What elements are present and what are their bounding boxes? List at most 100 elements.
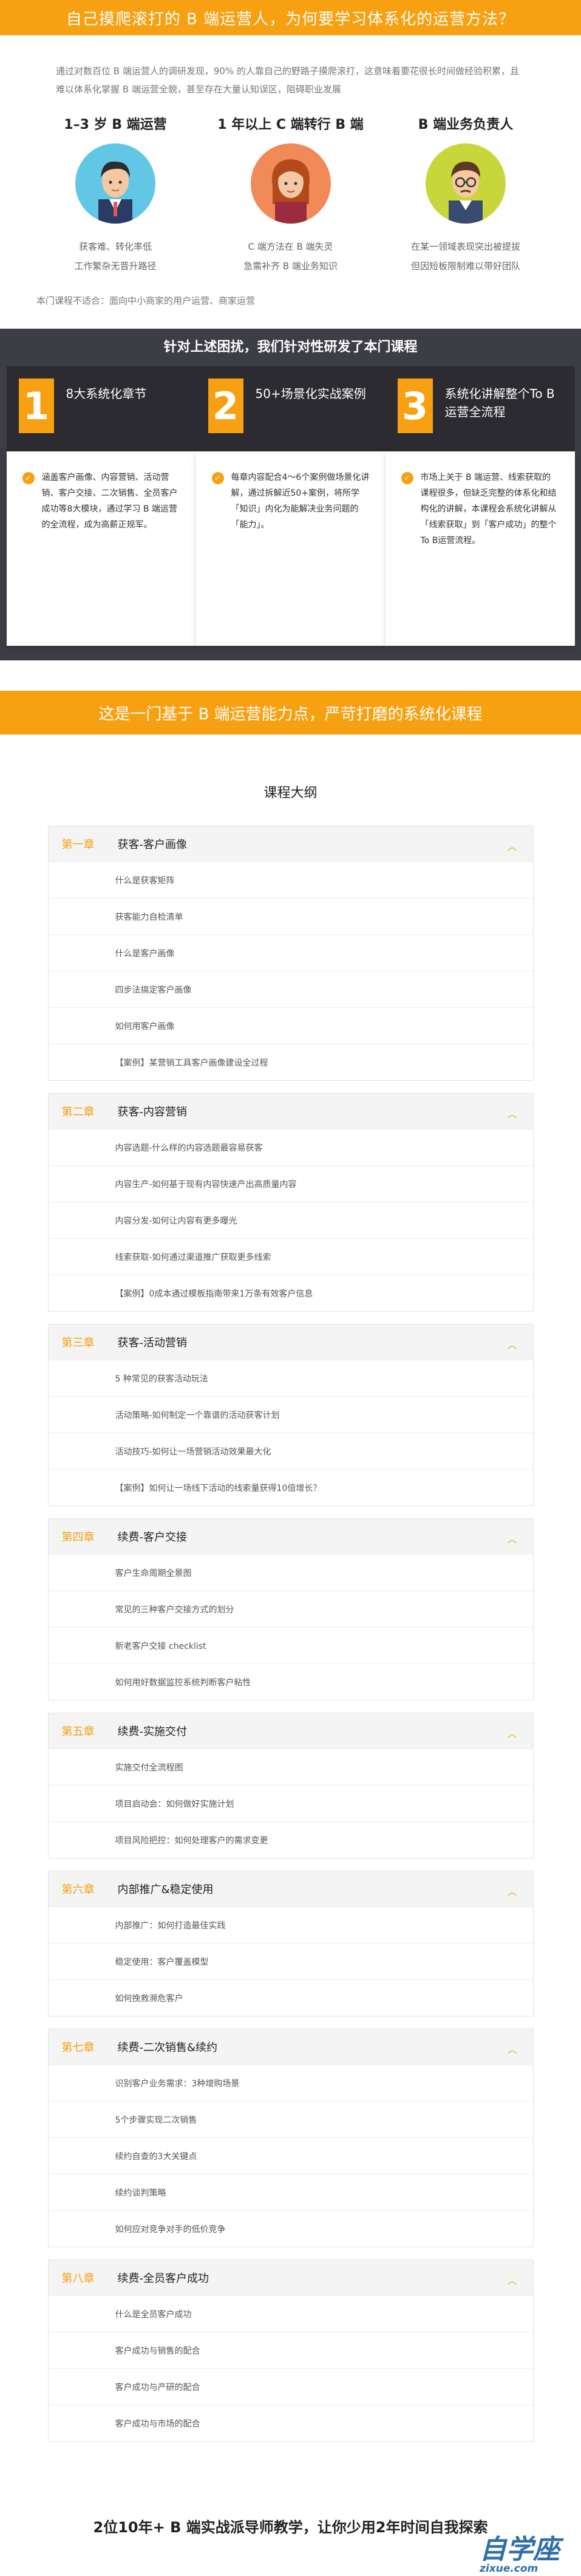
lesson-item[interactable]: 5 种常见的获客活动玩法 xyxy=(48,1360,533,1396)
lesson-item[interactable]: 内容分发-如何让内容有更多曝光 xyxy=(48,1202,533,1238)
chapter-header[interactable]: 第六章 内部推广&稳定使用 ︿ xyxy=(48,1871,533,1906)
slogan-banner: 这是一门基于 B 端运营能力点，严苛打磨的系统化课程 xyxy=(0,691,581,735)
lesson-item[interactable]: 【案例】如何让一场线下活动的线索量获得10倍增长？ xyxy=(48,1469,533,1506)
lesson-item[interactable]: 活动策略-如何制定一个靠谱的活动获客计划 xyxy=(48,1396,533,1433)
lesson-item[interactable]: 四步法搞定客户画像 xyxy=(48,971,533,1007)
not-suitable-note: 本门课程不适合：面向中小商家的用户运营、商家运营 xyxy=(36,295,256,306)
lesson-item[interactable]: 续约谈判策略 xyxy=(48,2174,533,2210)
chapter-header[interactable]: 第二章 获客-内容营销 ︿ xyxy=(48,1094,533,1129)
lesson-item[interactable]: 如何应对竞争对手的低价竞争 xyxy=(48,2210,533,2247)
chevron-up-icon[interactable]: ︿ xyxy=(507,1106,517,1120)
target-roles: 1–3 岁 B 端运营 获客难、转化率低 工作繁杂无晋升路径 1 年以上 C 端… xyxy=(0,104,581,276)
lesson-item[interactable]: 5个步骤实现二次销售 xyxy=(48,2101,533,2137)
chevron-up-icon[interactable]: ︿ xyxy=(507,1883,517,1898)
lesson-item[interactable]: 线索获取-如何通过渠道推广获取更多线索 xyxy=(48,1238,533,1275)
chapter-panel: 第五章 续费-实施交付 ︿ 实施交付全流程图 项目启动会：如何做好实施计划 项目风险把控：… xyxy=(47,1713,534,1858)
role-card: 1–3 岁 B 端运营 获客难、转化率低 工作繁杂无晋升路径 xyxy=(36,113,194,276)
chapter-panel: 第三章 获客-活动营销 ︿ 5 种常见的获客活动玩法 活动策略-如何制定一个靠谱的活动获… xyxy=(47,1324,534,1506)
avatar xyxy=(426,143,506,224)
chapter-panel: 第七章 续费-二次销售&续约 ︿ 识别客户业务需求：3种增购场景 5个步骤实现二次销售续… xyxy=(47,2029,534,2247)
chevron-up-icon[interactable]: ︿ xyxy=(507,2272,517,2287)
feature-card-body: ✓ 每章内容配合4～6个案例做场景化讲解，通过拆解近50+案例，将所学「知识」内… xyxy=(195,451,386,646)
lesson-item[interactable]: 什么是获客矩阵 xyxy=(48,862,533,898)
role-title: 1–3 岁 B 端运营 xyxy=(64,117,167,132)
watermark-main: 自学座 xyxy=(480,2534,560,2565)
chapter-header[interactable]: 第四章 续费-客户交接 ︿ xyxy=(48,1519,533,1554)
chapter-number: 第一章 xyxy=(61,838,95,851)
lesson-item[interactable]: 如何用客户画像 xyxy=(48,1007,533,1044)
banner-title: 自己摸爬滚打的 B 端运营人，为何要学习体系化的运营方法？ xyxy=(66,10,515,29)
chapter-header[interactable]: 第一章 获客-客户画像 ︿ xyxy=(48,826,533,862)
lesson-item[interactable]: 稳定使用：客户覆盖模型 xyxy=(48,1943,533,1979)
role-desc-2: 急需补齐 B 端业务知识 xyxy=(243,261,338,272)
lesson-item[interactable]: 活动技巧-如何让一场营销活动效果最大化 xyxy=(48,1433,533,1469)
feature-card-head: 2 50+场景化实战案例 xyxy=(195,366,386,451)
lesson-item[interactable]: 续约自查的3大关键点 xyxy=(48,2137,533,2174)
lesson-item[interactable]: 客户成功与产研的配合 xyxy=(48,2368,533,2405)
chapter-name: 获客-活动营销 xyxy=(117,1337,188,1349)
feature-name: 8大系统化章节 xyxy=(66,386,147,401)
lesson-item[interactable]: 如何用好数据监控系统判断客户粘性 xyxy=(48,1663,533,1700)
chapter-header[interactable]: 第五章 续费-实施交付 ︿ xyxy=(48,1713,533,1749)
chevron-up-icon[interactable]: ︿ xyxy=(507,1337,517,1351)
chapter-panel: 第八章 续费-全员客户成功 ︿ 什么是全员客户成功 客户成功与销售的配合 客户成功与产研的… xyxy=(47,2259,534,2442)
role-desc-2: 但因短板限制难以带好团队 xyxy=(410,261,520,272)
chevron-up-icon[interactable]: ︿ xyxy=(507,1531,517,1546)
chapter-number: 第八章 xyxy=(61,2272,95,2285)
chapter-name: 内部推广&稳定使用 xyxy=(117,1883,214,1896)
lesson-item[interactable]: 内容生产-如何基于现有内容快速产出高质量内容 xyxy=(48,1165,533,1202)
role-desc-2: 工作繁杂无晋升路径 xyxy=(74,261,157,272)
chapter-name: 续费-二次销售&续约 xyxy=(117,2041,218,2054)
role-desc-1: 获客难、转化率低 xyxy=(78,241,152,252)
chapter-panel: 第六章 内部推广&稳定使用 ︿ 内部推广：如何打造最佳实践 稳定使用：客户覆盖模型 如何挽… xyxy=(47,1871,534,2016)
feature-text: 涵盖客户画像、内容营销、活动营销、客户交接、二次销售、全员客户成功等8大模块，通… xyxy=(41,473,178,530)
lesson-item[interactable]: 新老客户交接 checklist xyxy=(48,1627,533,1663)
lesson-item[interactable]: 识别客户业务需求：3种增购场景 xyxy=(48,2064,533,2101)
role-title: 1 年以上 C 端转行 B 端 xyxy=(217,117,364,132)
chevron-up-icon[interactable]: ︿ xyxy=(507,2041,517,2056)
avatar xyxy=(75,143,155,224)
lesson-item[interactable]: 客户成功与销售的配合 xyxy=(48,2332,533,2368)
feature-card: 3 系统化讲解整个To B运营全流程 ✓ 市场上关于 B 端运营、线索获取的课程… xyxy=(385,366,575,646)
lesson-item[interactable]: 什么是客户画像 xyxy=(48,934,533,971)
syllabus-title: 课程大纲 xyxy=(263,786,318,801)
feature-card: 1 8大系统化章节 ✓ 涵盖客户画像、内容营销、活动营销、客户交接、二次销售、全… xyxy=(6,366,196,646)
check-icon: ✓ xyxy=(401,472,413,484)
lesson-item[interactable]: 项目风险把控：如何处理客户的需求变更 xyxy=(48,1821,533,1858)
chapter-panel: 第二章 获客-内容营销 ︿ 内容选题-什么样的内容选题最容易获客 内容生产-如何基于现有… xyxy=(47,1093,534,1312)
lesson-item[interactable]: 内部推广：如何打造最佳实践 xyxy=(48,1906,533,1943)
lesson-item[interactable]: 【案例】0成本通过模板指南带来1万条有效客户信息 xyxy=(48,1275,533,1311)
chevron-up-icon[interactable]: ︿ xyxy=(507,1725,517,1740)
feature-number: 1 xyxy=(18,379,54,433)
feature-name: 系统化讲解整个To B运营全流程 xyxy=(444,386,555,419)
lesson-item[interactable]: 内容选题-什么样的内容选题最容易获客 xyxy=(48,1129,533,1165)
lesson-item[interactable]: 【案例】某营销工具客户画像建设全过程 xyxy=(48,1044,533,1080)
feature-text: 每章内容配合4～6个案例做场景化讲解，通过拆解近50+案例，将所学「知识」内化为… xyxy=(231,473,370,530)
role-desc-1: C 端方法在 B 端失灵 xyxy=(248,241,333,252)
lesson-item[interactable]: 客户生命周期全景图 xyxy=(48,1554,533,1591)
feature-card-head: 3 系统化讲解整个To B运营全流程 xyxy=(385,366,575,451)
chapter-number: 第三章 xyxy=(61,1337,95,1349)
lesson-item[interactable]: 实施交付全流程图 xyxy=(48,1749,533,1785)
features-title: 针对上述困扰，我们针对性研发了本门课程 xyxy=(163,340,418,355)
chapter-header[interactable]: 第三章 获客-活动营销 ︿ xyxy=(48,1324,533,1360)
chapter-number: 第五章 xyxy=(61,1725,95,1738)
lesson-item[interactable]: 获客能力自检清单 xyxy=(48,898,533,934)
top-banner: 自己摸爬滚打的 B 端运营人，为何要学习体系化的运营方法？ xyxy=(0,0,581,35)
chapter-number: 第七章 xyxy=(61,2041,95,2054)
chapter-panel: 第一章 获客-客户画像 ︿ 什么是获客矩阵 获客能力自检清单 什么是客户画像 四步法搞定客户… xyxy=(47,826,534,1081)
chapter-header[interactable]: 第八章 续费-全员客户成功 ︿ xyxy=(48,2260,533,2295)
feature-cards: 1 8大系统化章节 ✓ 涵盖客户画像、内容营销、活动营销、客户交接、二次销售、全… xyxy=(0,366,581,646)
chapter-name: 续费-实施交付 xyxy=(117,1725,188,1738)
lesson-item[interactable]: 如何挽救濒危客户 xyxy=(48,1979,533,2016)
role-desc-1: 在某一领域表现突出被提拔 xyxy=(410,241,520,252)
chevron-up-icon[interactable]: ︿ xyxy=(507,838,517,853)
chapter-number: 第四章 xyxy=(61,1531,95,1544)
chapter-header[interactable]: 第七章 续费-二次销售&续约 ︿ xyxy=(48,2029,533,2064)
chapter-number: 第六章 xyxy=(61,1883,95,1896)
lesson-item[interactable]: 客户成功与市场的配合 xyxy=(48,2405,533,2441)
lesson-item[interactable]: 常见的三种客户交接方式的划分 xyxy=(48,1591,533,1627)
feature-card-head: 1 8大系统化章节 xyxy=(6,366,196,451)
lesson-item[interactable]: 项目启动会：如何做好实施计划 xyxy=(48,1785,533,1821)
lesson-item[interactable]: 什么是全员客户成功 xyxy=(48,2295,533,2332)
